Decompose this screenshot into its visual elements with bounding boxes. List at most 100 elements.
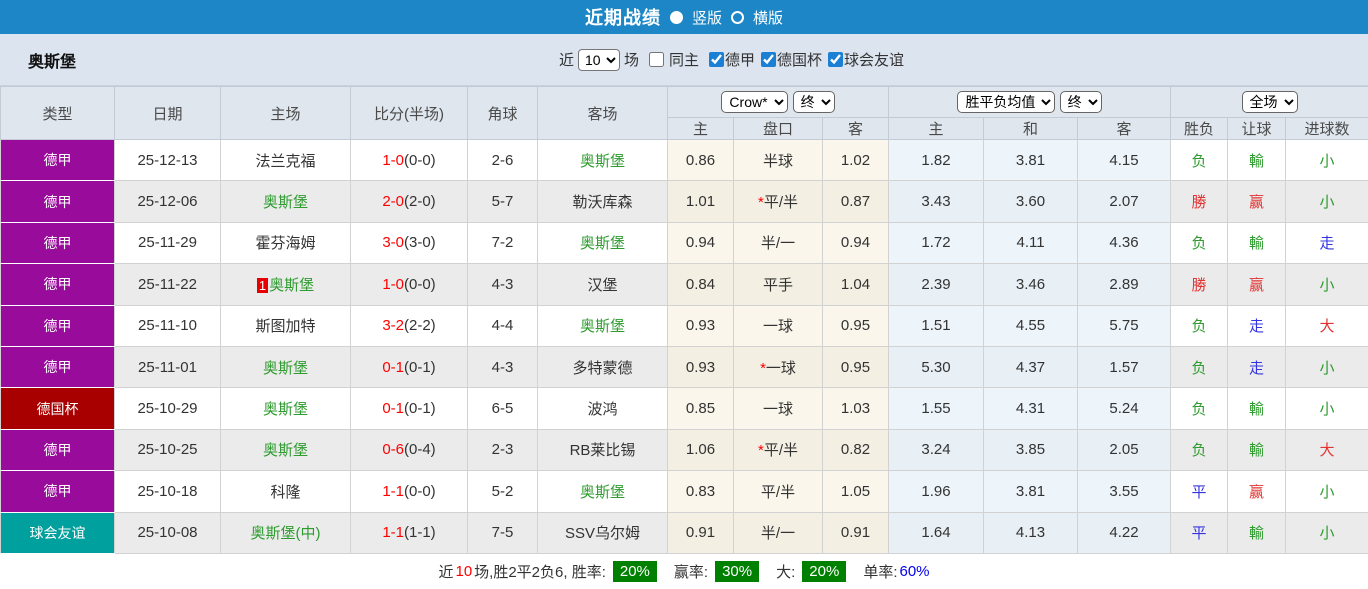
score-cell: 0-1(0-1) [350, 345, 468, 389]
ah-home-odds-cell: 0.94 [667, 221, 734, 265]
league-type-cell: 德甲 [0, 428, 115, 472]
odds-group-header: 胜平负均值 终 [888, 86, 1172, 118]
league-type-cell: 德甲 [0, 470, 115, 513]
home-team-cell: 法兰克福 [220, 138, 351, 182]
home-team-name: 奥斯堡 [262, 442, 308, 460]
page-title: 近期战绩 [584, 8, 661, 28]
corners-cell: 2-3 [467, 428, 538, 472]
score-cell: 1-1(1-1) [350, 511, 468, 554]
summary-footer: 近 10 场,胜2平2负6, 胜率: 20% 赢率: 30% 大: 20% 单率… [0, 554, 1368, 589]
halftime-score: (2-2) [404, 317, 436, 335]
footer-games-count: 10 [455, 563, 473, 581]
result-cell: 负 [1170, 138, 1229, 182]
odds-home-cell: 3.24 [888, 428, 985, 472]
same-home-label[interactable]: 同主 [669, 49, 699, 70]
odds-draw-cell: 4.13 [983, 511, 1079, 554]
table-row: 德甲 25-10-18 科隆 1-1(0-0) 5-2 奥斯堡 0.83 平/半… [0, 470, 1368, 513]
odds-away-cell: 2.07 [1077, 180, 1172, 223]
league-filter-checkbox-0[interactable] [709, 52, 724, 67]
league-filter-label-1[interactable]: 德国杯 [777, 49, 822, 70]
home-team-cell: 奥斯堡 [220, 387, 351, 430]
ah-line-text: 一球 [765, 359, 796, 377]
ah-line-cell: *平/半 [733, 180, 823, 223]
odds-home-cell: 1.82 [888, 138, 985, 182]
home-team-cell: 霍芬海姆 [220, 221, 351, 265]
fulltime-score: 1-0 [382, 275, 404, 293]
fulltime-score: 3-0 [382, 234, 404, 252]
league-filter-label-2[interactable]: 球会友谊 [844, 49, 904, 70]
fulltime-score: 1-1 [382, 482, 404, 500]
date-cell: 25-11-10 [114, 304, 221, 347]
corners-cell: 4-3 [467, 263, 538, 306]
date-cell: 25-12-06 [114, 180, 221, 223]
ah-line-cell: 半/一 [733, 511, 823, 554]
sub-header-ah-home: 主 [667, 117, 734, 140]
handicap-result-cell: 輸 [1227, 428, 1287, 472]
ah-line-cell: 一球 [733, 387, 823, 430]
horizontal-layout-radio[interactable] [731, 10, 744, 24]
ah-line-text: 半/一 [760, 525, 796, 543]
ah-away-odds-cell: 1.04 [821, 263, 890, 306]
odds-draw-cell: 3.60 [983, 180, 1079, 223]
rank-badge: 1 [256, 277, 269, 293]
vertical-layout-label[interactable]: 竖版 [692, 7, 722, 28]
odds-draw-cell: 3.81 [983, 470, 1079, 513]
away-team-cell: 奥斯堡 [537, 138, 668, 182]
ah-away-odds-cell: 0.95 [821, 345, 890, 389]
league-filter-label-0[interactable]: 德甲 [725, 49, 755, 70]
handicap-group-header: Crow* 终 [666, 86, 890, 118]
same-home-checkbox[interactable] [648, 52, 664, 67]
away-team-name: 波鸿 [587, 401, 618, 419]
handicap-rate-label: 赢率: [673, 564, 709, 582]
goals-result-cell: 小 [1285, 470, 1368, 513]
home-team-cell: 奥斯堡 [220, 180, 351, 223]
league-type-cell: 德甲 [0, 345, 115, 389]
away-team-cell: 奥斯堡 [537, 470, 668, 513]
table-body: 德甲 25-12-13 法兰克福 1-0(0-0) 2-6 奥斯堡 0.86 半… [0, 138, 1368, 554]
handicap-rate-badge: 30% [715, 561, 760, 583]
odds-away-cell: 4.36 [1077, 221, 1172, 265]
home-team-name: 奥斯堡(中) [250, 525, 321, 543]
ah-home-odds-cell: 1.06 [667, 428, 734, 472]
result-group-header: 全场 [1170, 86, 1368, 118]
horizontal-layout-label[interactable]: 横版 [753, 7, 783, 28]
home-team-name: 法兰克福 [255, 152, 316, 170]
date-cell: 25-11-22 [114, 263, 221, 306]
col-header-score: 比分(半场) [350, 86, 468, 140]
games-suffix-label: 场 [623, 52, 639, 69]
odds-away-cell: 4.22 [1077, 511, 1172, 554]
halftime-score: (0-0) [404, 151, 436, 169]
scope-select[interactable]: 全场 [1241, 91, 1298, 113]
ah-away-odds-cell: 1.02 [821, 138, 890, 182]
odds-home-cell: 1.96 [888, 470, 985, 513]
home-team-name: 奥斯堡 [262, 194, 308, 212]
odds-away-cell: 3.55 [1077, 470, 1172, 513]
away-team-cell: RB莱比锡 [537, 428, 668, 472]
ah-away-odds-cell: 1.05 [821, 470, 890, 513]
halftime-score: (1-1) [404, 524, 436, 542]
away-team-name: 奥斯堡 [579, 318, 625, 336]
away-team-name: 奥斯堡 [579, 235, 625, 253]
away-team-name: RB莱比锡 [569, 442, 636, 460]
vertical-layout-radio[interactable] [669, 10, 683, 24]
ah-line-cell: *一球 [733, 345, 823, 389]
halftime-score: (0-0) [404, 275, 436, 293]
table-row: 德甲 25-12-06 奥斯堡 2-0(2-0) 5-7 勒沃库森 1.01 *… [0, 180, 1368, 223]
ah-line-cell: 平手 [733, 263, 823, 306]
col-header-home: 主场 [220, 86, 351, 140]
games-count-select[interactable]: 10 [577, 48, 620, 71]
date-cell: 25-10-08 [114, 511, 221, 554]
sub-header-odds-draw: 和 [983, 117, 1079, 140]
ah-company-select[interactable]: Crow* [721, 91, 789, 113]
ah-home-odds-cell: 0.85 [667, 387, 734, 430]
odds-type-select[interactable]: 胜平负均值 [957, 91, 1056, 113]
goals-result-cell: 小 [1285, 511, 1368, 554]
score-cell: 1-1(0-0) [350, 470, 468, 513]
sub-header-handicap: 让球 [1227, 117, 1287, 140]
league-filter-checkbox-1[interactable] [761, 52, 777, 67]
single-rate-value: 60% [899, 563, 930, 581]
date-cell: 25-11-01 [114, 345, 221, 389]
league-filter-checkbox-2[interactable] [828, 52, 844, 67]
ah-stage-select[interactable]: 终 [792, 91, 835, 113]
odds-stage-select[interactable]: 终 [1059, 91, 1102, 113]
